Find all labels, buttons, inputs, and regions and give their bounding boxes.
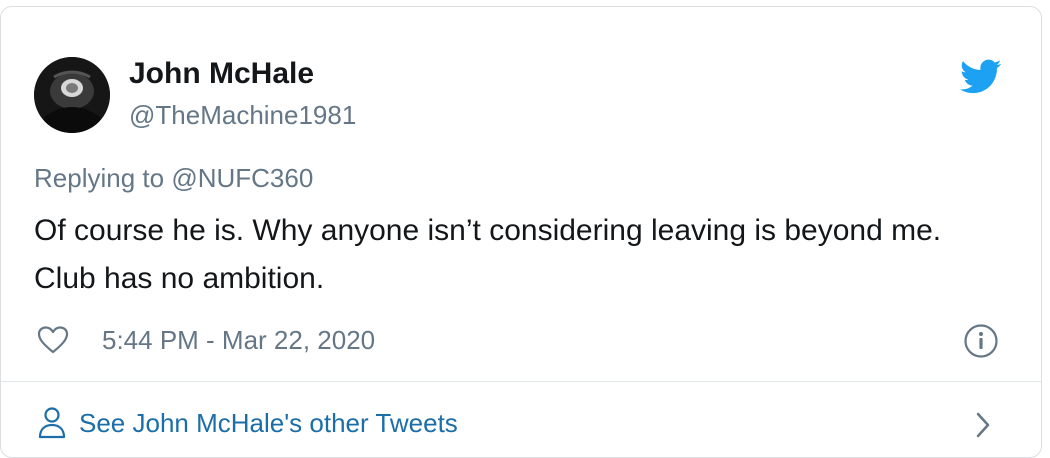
see-other-tweets-link[interactable]: See John McHale's other Tweets <box>1 382 1041 454</box>
see-other-tweets-label: See John McHale's other Tweets <box>79 408 458 438</box>
info-icon[interactable] <box>963 323 999 359</box>
chevron-right-icon <box>976 412 990 438</box>
author-display-name[interactable]: John McHale <box>129 57 314 91</box>
person-icon <box>38 407 66 439</box>
tweet-card: John McHale @TheMachine1981 Replying to … <box>0 6 1042 458</box>
twitter-bird-icon[interactable] <box>960 59 1002 95</box>
tweet-text: Of course he is. Why anyone isn’t consid… <box>34 214 942 295</box>
avatar[interactable] <box>34 57 110 133</box>
replying-to-line: Replying to @NUFC360 <box>34 163 313 194</box>
tweet-timestamp[interactable]: 5:44 PM - Mar 22, 2020 <box>102 325 375 356</box>
replying-to-handle[interactable]: @NUFC360 <box>171 163 313 193</box>
author-handle[interactable]: @TheMachine1981 <box>129 100 356 131</box>
replying-to-label: Replying to <box>34 163 172 193</box>
avatar-image <box>34 57 110 133</box>
heart-icon[interactable] <box>37 325 69 355</box>
